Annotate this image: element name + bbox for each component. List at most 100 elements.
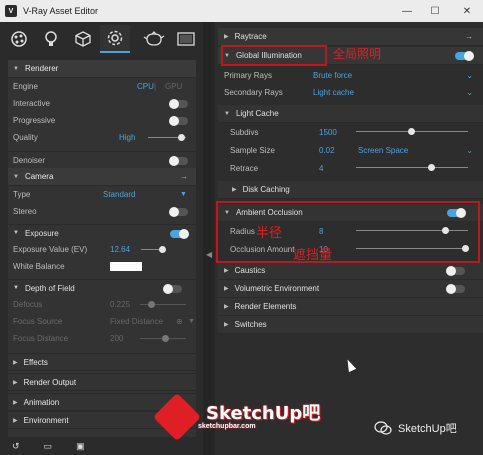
expand-triangle-icon: ▼ [13,173,19,180]
engine-separator: | [154,82,157,91]
retrace-value[interactable]: 4 [319,164,323,173]
retrace-label: Retrace [230,163,259,173]
open-folder-icon[interactable]: ▭ [44,441,53,452]
white-balance-swatch[interactable] [110,262,142,271]
subdivs-slider[interactable] [356,128,468,135]
dof-header[interactable]: ▼ Depth of Field [8,279,196,296]
stereo-label: Stereo [13,207,37,216]
disk-caching-section-header[interactable]: ▶ Disk Caching [218,181,483,199]
exposure-toggle[interactable] [170,229,189,239]
geometry-icon[interactable] [68,25,98,53]
progressive-toggle[interactable] [169,116,188,126]
sample-size-value[interactable]: 0.02 [319,146,335,155]
slider-knob[interactable] [148,301,155,308]
quality-slider[interactable] [148,134,186,141]
focus-source-value[interactable]: Fixed Distance [110,317,163,326]
lights-icon[interactable] [36,25,66,53]
reset-arrow-icon[interactable]: → [180,172,188,181]
minimize-button[interactable]: — [393,0,421,22]
camera-section-header[interactable]: ▼ Camera → [8,168,196,186]
vray-app-icon: V [5,5,17,17]
slider-knob[interactable] [162,335,169,342]
denoiser-toggle[interactable] [169,156,188,166]
focus-distance-slider[interactable] [140,335,186,342]
stereo-toggle[interactable] [169,207,188,217]
interactive-label: Interactive [13,99,50,108]
effects-section-header[interactable]: ▶ Effects [8,353,196,371]
slider-knob[interactable] [428,164,435,171]
animation-title: Animation [23,397,60,407]
retrace-slider[interactable] [356,164,468,171]
switches-section-header[interactable]: ▶ Switches [218,316,483,334]
settings-icon[interactable] [100,25,130,53]
caustics-toggle[interactable] [446,266,465,276]
focus-distance-value[interactable]: 200 [110,334,123,343]
close-button[interactable]: ✕ [453,0,481,22]
collapsed-triangle-icon: ▶ [13,359,18,366]
chevron-down-icon[interactable]: ⌄ [466,71,473,80]
expand-triangle-icon: ▼ [224,110,230,117]
raytrace-section-header[interactable]: ▶ Raytrace → [218,28,483,46]
render-elements-section-header[interactable]: ▶ Render Elements [218,298,483,316]
retrace-row: Retrace 4 [218,159,483,177]
primary-rays-row: Primary Rays Brute force ⌄ [218,66,483,84]
materials-icon[interactable] [4,25,34,53]
renderer-title: Renderer [24,64,59,73]
renderer-section-header[interactable]: ▼ Renderer [8,60,196,78]
camera-type-value[interactable]: Standard [103,190,135,199]
gi-toggle[interactable] [455,51,474,61]
window-title: V-Ray Asset Editor [23,6,99,16]
pane-divider[interactable]: ◀ [203,22,215,455]
exposure-header[interactable]: ▼ Exposure [8,224,196,241]
gi-annotation: 全局照明 [333,47,382,61]
ev-value[interactable]: 12.64 [110,245,130,254]
maximize-button[interactable]: ☐ [421,0,449,22]
volumetric-section-header[interactable]: ▶ Volumetric Environment [218,280,483,298]
expand-triangle-icon: ▼ [13,230,19,236]
caustics-section-header[interactable]: ▶ Caustics [218,262,483,280]
subdivs-value[interactable]: 1500 [319,128,337,137]
watermark-site: sketchupbar.com [198,422,256,430]
collapse-arrow-icon[interactable]: ◀ [206,250,212,259]
denoiser-label: Denoiser [13,155,46,165]
primary-rays-value[interactable]: Brute force [313,71,352,80]
defocus-slider[interactable] [140,301,186,308]
expand-triangle-icon: ▼ [13,285,19,291]
chevron-down-icon[interactable]: ⌄ [466,146,473,155]
crosshair-icon[interactable]: ⊕ [176,317,183,326]
render-teapot-icon[interactable] [139,25,169,53]
render-output-section-header[interactable]: ▶ Render Output [8,373,196,391]
sketchupbar-watermark: SketchUp吧 sketchupbar.com [152,392,320,442]
save-icon[interactable]: ▣ [76,441,85,452]
slider-knob[interactable] [178,134,185,141]
dof-toggle[interactable] [163,284,182,294]
environment-title: Environment [23,415,69,425]
interactive-toggle[interactable] [169,99,188,109]
defocus-label: Defocus [13,300,43,309]
reset-arrow-icon[interactable]: → [465,32,473,41]
ev-slider[interactable] [141,246,166,253]
sample-size-mode[interactable]: Screen Space [358,146,408,155]
light-cache-section-header[interactable]: ▼ Light Cache [218,105,483,123]
expand-triangle-icon: ▼ [13,65,19,72]
quality-label: Quality [13,133,38,142]
chevron-down-icon[interactable]: ▼ [180,191,187,198]
wechat-icon [374,421,392,435]
exposure-title: Exposure [24,228,59,238]
engine-gpu-option[interactable]: GPU [165,82,182,91]
white-balance-row: White Balance [8,258,196,275]
render-elements-title: Render Elements [234,302,297,311]
volumetric-toggle[interactable] [446,284,465,294]
frame-buffer-icon[interactable] [171,25,201,53]
collapsed-triangle-icon: ▶ [224,322,229,328]
chevron-down-icon[interactable]: ▼ [188,318,195,325]
slider-knob[interactable] [408,128,415,135]
slider-knob[interactable] [159,246,166,253]
defocus-value[interactable]: 0.225 [110,300,130,309]
engine-cpu-option[interactable]: CPU [137,82,154,91]
secondary-rays-value[interactable]: Light cache [313,88,354,97]
revert-icon[interactable]: ↺ [12,441,20,452]
radius-annotation: 半径 [256,226,283,241]
chevron-down-icon[interactable]: ⌄ [466,88,473,97]
collapsed-triangle-icon: ▶ [224,304,229,310]
